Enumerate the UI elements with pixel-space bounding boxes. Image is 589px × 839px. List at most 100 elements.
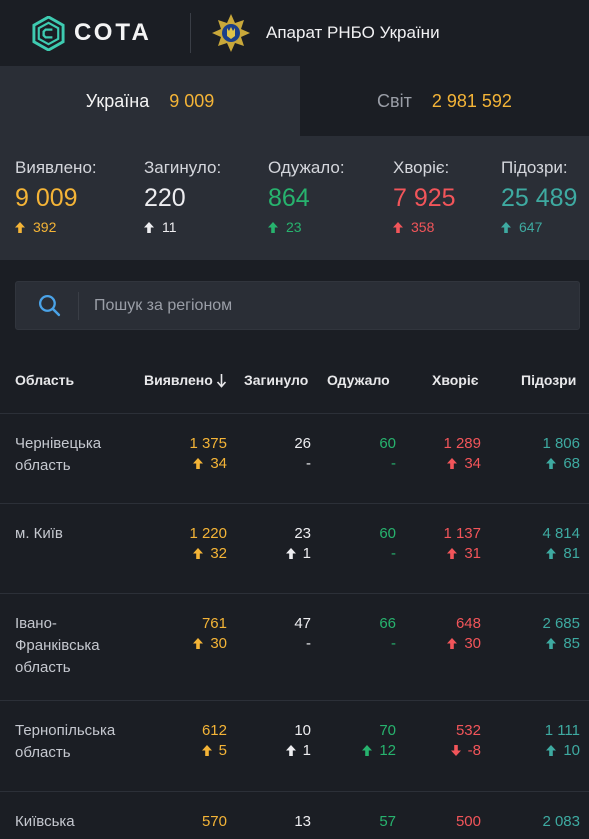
stat-delta-value: 11 bbox=[162, 219, 177, 235]
cell-deaths: 23 1 bbox=[285, 525, 311, 562]
stat-detected: Виявлено: 9 009 392 bbox=[15, 158, 97, 235]
cell-value: 47 bbox=[294, 615, 311, 632]
cell-delta-value: 31 bbox=[464, 545, 481, 562]
cell-delta-value: - bbox=[306, 455, 311, 472]
search-input[interactable] bbox=[94, 296, 554, 315]
stat-delta-value: 392 bbox=[33, 219, 57, 235]
cell-delta-value: 34 bbox=[210, 455, 227, 472]
tab-world[interactable]: Світ 2 981 592 bbox=[300, 66, 589, 136]
cell-deaths: 26 - bbox=[294, 435, 311, 472]
cell-delta: -8 bbox=[450, 742, 481, 759]
cell-value: 612 bbox=[201, 722, 227, 739]
cell-value: 1 806 bbox=[542, 435, 580, 452]
cell-value: 13 bbox=[294, 813, 311, 830]
stat-sick: Хворіє: 7 925 358 bbox=[393, 158, 456, 235]
tab-ukraine[interactable]: Україна 9 009 bbox=[0, 66, 300, 136]
col-header-detected[interactable]: Виявлено bbox=[144, 372, 227, 388]
cell-sick: 1 137 31 bbox=[443, 525, 481, 562]
region-name: Чернівецька область bbox=[15, 435, 102, 474]
stat-suspect: Підозри: 25 489 647 bbox=[501, 158, 577, 235]
org-name: Апарат РНБО України bbox=[266, 23, 440, 42]
cell-delta: 1 bbox=[285, 545, 311, 562]
cell-delta: 31 bbox=[443, 545, 481, 562]
stat-delta: 23 bbox=[268, 219, 345, 235]
cell-value: 70 bbox=[379, 722, 396, 739]
rnbo-link[interactable]: Апарат РНБО України bbox=[191, 13, 440, 53]
cell-value: 26 bbox=[294, 435, 311, 452]
cell-sick: 532 -8 bbox=[450, 722, 481, 759]
cell-delta: - bbox=[379, 545, 396, 562]
cell-delta: 32 bbox=[189, 545, 227, 562]
stat-delta-value: 23 bbox=[286, 219, 302, 235]
stat-label: Підозри: bbox=[501, 158, 568, 177]
region-search bbox=[15, 281, 580, 330]
arrow-up-icon bbox=[193, 548, 204, 559]
search-divider bbox=[78, 291, 79, 320]
stat-value: 864 bbox=[268, 184, 310, 212]
cell-delta: - bbox=[379, 455, 396, 472]
arrow-up-icon bbox=[15, 221, 25, 233]
cell-delta-value: 12 bbox=[379, 742, 396, 759]
col-header-region[interactable]: Область bbox=[15, 372, 74, 388]
stat-delta: 358 bbox=[393, 219, 456, 235]
cell-recovered: 66 - bbox=[379, 615, 396, 652]
stat-value: 25 489 bbox=[501, 184, 578, 212]
cell-delta-value: 10 bbox=[563, 742, 580, 759]
summary-stats: Виявлено: 9 009 392 Загинуло: 220 11 Оду… bbox=[0, 136, 589, 260]
col-header-deaths[interactable]: Загинуло bbox=[244, 372, 308, 388]
table-row[interactable]: Тернопільська область 612 5 10 1 70 12 532 -8 1 1… bbox=[0, 701, 589, 792]
cell-suspect: 4 814 81 bbox=[542, 525, 580, 562]
cell-value: 60 bbox=[379, 525, 396, 542]
table-row[interactable]: м. Київ 1 220 32 23 1 60-1 137 31 4 814 81 bbox=[0, 504, 589, 594]
cell-delta: 5 bbox=[201, 742, 227, 759]
cell-delta: - bbox=[294, 455, 311, 472]
cell-delta-value: - bbox=[306, 635, 311, 652]
cell-delta-value: 68 bbox=[563, 455, 580, 472]
cell-value: 1 137 bbox=[443, 525, 481, 542]
cell-value: 4 814 bbox=[542, 525, 580, 542]
cell-recovered: 60 - bbox=[379, 435, 396, 472]
rnbo-emblem-icon bbox=[212, 14, 250, 52]
table-row[interactable]: Чернівецька область 1 375 34 26-60-1 289 34 1… bbox=[0, 414, 589, 504]
stat-value: 9 009 bbox=[15, 184, 78, 212]
col-header-recovered[interactable]: Одужало bbox=[327, 372, 390, 388]
table-row[interactable]: Київська 570 13 57 500 2 083 bbox=[0, 792, 589, 839]
cell-value: 2 083 bbox=[542, 813, 580, 830]
col-header-suspect[interactable]: Підозри bbox=[521, 372, 576, 388]
tab-ukraine-value: 9 009 bbox=[169, 90, 215, 111]
region-name: Київська bbox=[15, 813, 75, 830]
cell-delta-value: - bbox=[391, 635, 396, 652]
cell-value: 761 bbox=[201, 615, 227, 632]
search-icon[interactable] bbox=[37, 293, 62, 318]
stat-value: 220 bbox=[144, 184, 186, 212]
cell-value: 648 bbox=[455, 615, 481, 632]
cell-delta: 12 bbox=[362, 742, 396, 759]
cell-delta-value: 1 bbox=[302, 742, 311, 759]
arrow-up-icon bbox=[501, 221, 511, 233]
arrow-up-icon bbox=[268, 221, 278, 233]
cell-sick: 500 bbox=[456, 813, 481, 830]
cell-deaths: 13 bbox=[294, 813, 311, 830]
logo-text: СОТА bbox=[74, 19, 152, 46]
table-row[interactable]: Івано-Франківська область 761 30 47-66-648 3… bbox=[0, 594, 589, 701]
arrow-up-icon bbox=[447, 638, 458, 649]
cell-value: 2 685 bbox=[542, 615, 580, 632]
cell-sick: 648 30 bbox=[447, 615, 481, 652]
col-header-sick[interactable]: Хворіє bbox=[432, 372, 478, 388]
cell-value: 10 bbox=[294, 722, 311, 739]
cell-recovered: 57 bbox=[379, 813, 396, 830]
stat-delta: 392 bbox=[15, 219, 97, 235]
cell-value: 532 bbox=[455, 722, 481, 739]
cell-delta: 34 bbox=[443, 455, 481, 472]
scope-tabs: Україна 9 009 Світ 2 981 592 bbox=[0, 66, 589, 136]
cell-suspect: 1 806 68 bbox=[542, 435, 580, 472]
stat-label: Одужало: bbox=[268, 158, 345, 177]
stat-value: 7 925 bbox=[393, 184, 456, 212]
stat-deaths: Загинуло: 220 11 bbox=[144, 158, 221, 235]
col-header-detected-label: Виявлено bbox=[144, 372, 213, 388]
cell-detected: 570 bbox=[202, 813, 227, 830]
cell-value: 23 bbox=[294, 525, 311, 542]
cell-delta-value: -8 bbox=[467, 742, 481, 759]
cell-detected: 612 5 bbox=[201, 722, 227, 759]
cota-logo[interactable]: СОТА bbox=[0, 15, 190, 51]
